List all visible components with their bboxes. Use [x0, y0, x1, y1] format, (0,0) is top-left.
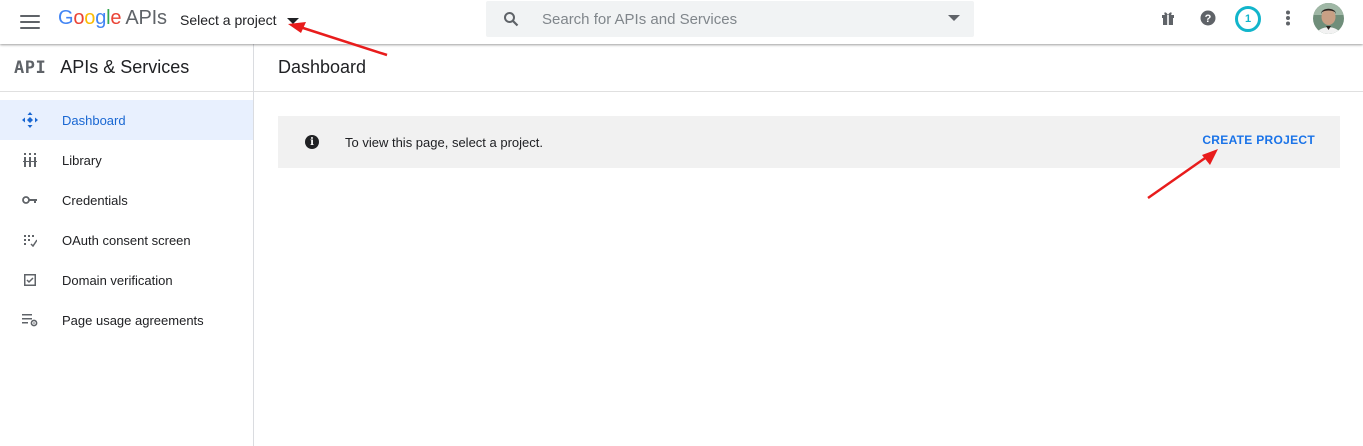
search-dropdown-icon[interactable]	[948, 15, 960, 21]
logo-letter: e	[110, 7, 122, 29]
more-vert-icon[interactable]	[1278, 8, 1298, 28]
checkbox-icon	[21, 271, 39, 289]
sidebar-item-oauth-consent[interactable]: OAuth consent screen	[0, 220, 253, 260]
logo-letter: g	[95, 7, 107, 29]
menu-icon[interactable]	[16, 10, 44, 34]
settings-list-icon	[21, 311, 39, 329]
search-input[interactable]	[542, 4, 922, 34]
logo-letter: o	[73, 7, 85, 29]
banner-message: To view this page, select a project.	[345, 134, 543, 150]
select-project-banner: i To view this page, select a project. C…	[278, 116, 1340, 168]
sidebar-title: APIs & Services	[60, 57, 190, 77]
search-icon	[503, 11, 519, 27]
gift-icon[interactable]	[1158, 8, 1178, 28]
search-bar[interactable]	[486, 1, 974, 37]
sidebar-item-library[interactable]: Library	[0, 140, 253, 180]
sidebar-item-label: Domain verification	[62, 272, 173, 288]
project-picker[interactable]: Select a project	[180, 10, 299, 30]
logo-apis-text: APIs	[125, 7, 167, 29]
api-logo: API	[14, 57, 47, 78]
sidebar-item-label: Dashboard	[62, 112, 126, 128]
consent-icon	[21, 231, 39, 249]
sidebar: API APIs & Services Dashboard Library Cr…	[0, 44, 254, 446]
help-icon[interactable]: ?	[1198, 8, 1218, 28]
logo-letter: o	[84, 7, 96, 29]
key-icon	[21, 191, 39, 209]
sidebar-item-credentials[interactable]: Credentials	[0, 180, 253, 220]
google-apis-logo[interactable]: Google APIs	[58, 6, 167, 30]
top-app-bar: GoogleAPIs Select a project ? 1	[0, 0, 1363, 44]
avatar[interactable]	[1313, 3, 1344, 34]
sidebar-nav: Dashboard Library Credentials OAuth cons…	[0, 100, 253, 340]
sidebar-item-label: Page usage agreements	[62, 312, 204, 328]
logo-letter: G	[58, 7, 74, 29]
chevron-down-icon	[286, 18, 299, 24]
sidebar-item-label: OAuth consent screen	[62, 232, 191, 248]
notification-badge[interactable]: 1	[1235, 6, 1261, 32]
page-header: Dashboard	[254, 44, 1363, 92]
library-icon	[21, 151, 39, 169]
sidebar-item-dashboard[interactable]: Dashboard	[0, 100, 253, 140]
create-project-button[interactable]: CREATE PROJECT	[1202, 133, 1315, 147]
sidebar-header: API APIs & Services	[0, 44, 253, 92]
info-icon: i	[305, 135, 319, 149]
sidebar-item-label: Credentials	[62, 192, 128, 208]
sidebar-item-label: Library	[62, 152, 102, 168]
svg-text:?: ?	[1205, 13, 1212, 25]
page-title: Dashboard	[278, 57, 367, 77]
dashboard-icon	[21, 111, 39, 129]
sidebar-item-page-usage[interactable]: Page usage agreements	[0, 300, 253, 340]
project-picker-label: Select a project	[180, 12, 277, 28]
sidebar-item-domain-verification[interactable]: Domain verification	[0, 260, 253, 300]
